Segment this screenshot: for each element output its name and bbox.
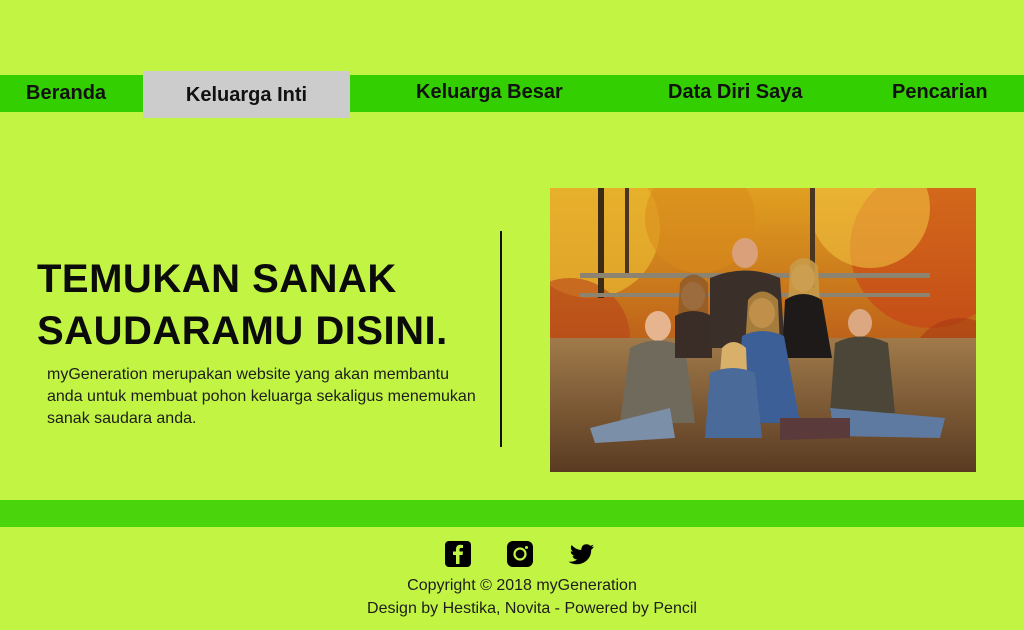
main-navbar: Beranda Keluarga Inti Keluarga Besar Dat… [0, 71, 1024, 118]
nav-item-keluarga-inti[interactable]: Keluarga Inti [143, 71, 350, 118]
family-photo [550, 188, 976, 472]
nav-item-beranda[interactable]: Beranda [26, 75, 106, 112]
twitter-icon[interactable] [566, 540, 596, 568]
hero-description: myGeneration merupakan website yang akan… [47, 366, 476, 427]
nav-item-keluarga-besar[interactable]: Keluarga Besar [416, 75, 563, 112]
credits-text: Design by Hestika, Novita - Powered by P… [367, 600, 697, 617]
facebook-icon[interactable] [444, 540, 472, 568]
vertical-divider [500, 231, 502, 447]
footer-bar [0, 500, 1024, 527]
hero-title-line-2: SAUDARAMU DISINI. [37, 309, 448, 353]
instagram-icon[interactable] [506, 540, 534, 568]
nav-item-pencarian[interactable]: Pencarian [892, 75, 988, 112]
hero-title: TEMUKAN SANAK SAUDARAMU DISINI. [37, 253, 448, 357]
copyright-text: Copyright © 2018 myGeneration [407, 577, 637, 594]
nav-item-data-diri-saya[interactable]: Data Diri Saya [668, 75, 803, 112]
hero-title-line-1: TEMUKAN SANAK [37, 257, 397, 301]
